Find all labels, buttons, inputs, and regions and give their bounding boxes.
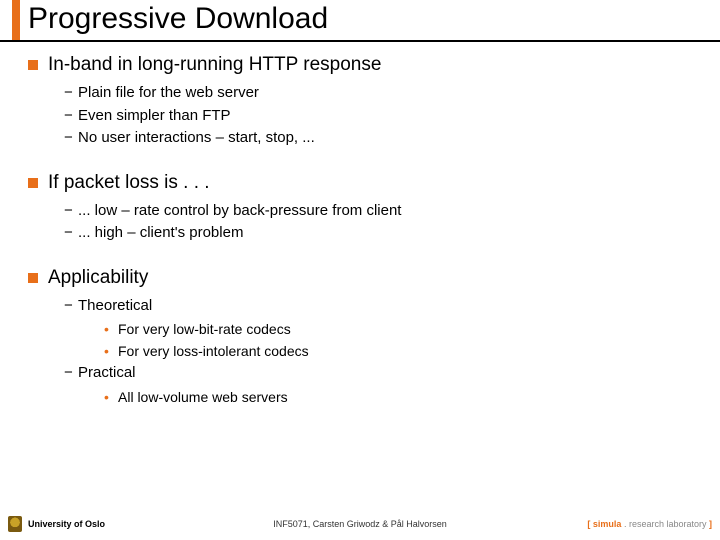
- list-item: For very low-bit-rate codecs: [104, 319, 700, 341]
- title-underline: [0, 40, 720, 42]
- title-bar: Progressive Download: [0, 0, 720, 36]
- sub-list: Theoretical For very low-bit-rate codecs…: [64, 295, 700, 409]
- section-title: In-band in long-running HTTP response: [48, 54, 381, 76]
- section-3: Applicability Theoretical For very low-b…: [28, 267, 700, 409]
- title-accent: [12, 0, 20, 40]
- list-item: ... high – client's problem: [64, 222, 700, 245]
- section-header: In-band in long-running HTTP response: [28, 54, 700, 76]
- footer-center: INF5071, Carsten Griwodz & Pål Halvorsen: [273, 519, 447, 529]
- section-header: If packet loss is . . .: [28, 172, 700, 194]
- sub-list: Plain file for the web server Even simpl…: [64, 82, 700, 150]
- list-item: For very loss-intolerant codecs: [104, 341, 700, 363]
- group-label: Theoretical: [78, 297, 152, 314]
- list-item: Plain file for the web server: [64, 82, 700, 105]
- bullet-square-icon: [28, 273, 38, 283]
- section-title: If packet loss is . . .: [48, 172, 210, 194]
- bullet-list: All low-volume web servers: [104, 387, 700, 409]
- slide-content: In-band in long-running HTTP response Pl…: [0, 36, 720, 409]
- footer-left-text: University of Oslo: [28, 519, 105, 529]
- section-title: Applicability: [48, 267, 148, 289]
- sub-list: ... low – rate control by back-pressure …: [64, 200, 700, 245]
- group-label: Practical: [78, 364, 136, 381]
- brand-name: simula: [593, 519, 622, 529]
- slide: Progressive Download In-band in long-run…: [0, 0, 720, 540]
- bullet-square-icon: [28, 60, 38, 70]
- footer: University of Oslo INF5071, Carsten Griw…: [0, 514, 720, 534]
- footer-right: [ simula . research laboratory ]: [587, 519, 712, 529]
- uio-crest-icon: [8, 516, 22, 532]
- list-item: Even simpler than FTP: [64, 105, 700, 128]
- list-item: Theoretical For very low-bit-rate codecs…: [64, 295, 700, 363]
- footer-left: University of Oslo: [8, 516, 105, 532]
- bullet-list: For very low-bit-rate codecs For very lo…: [104, 319, 700, 362]
- section-1: In-band in long-running HTTP response Pl…: [28, 54, 700, 150]
- list-item: ... low – rate control by back-pressure …: [64, 200, 700, 223]
- list-item: Practical All low-volume web servers: [64, 362, 700, 408]
- bullet-square-icon: [28, 178, 38, 188]
- section-2: If packet loss is . . . ... low – rate c…: [28, 172, 700, 245]
- list-item: No user interactions – start, stop, ...: [64, 127, 700, 150]
- list-item: All low-volume web servers: [104, 387, 700, 409]
- bracket-close: ]: [707, 519, 713, 529]
- brand-dot: .: [621, 519, 629, 529]
- slide-title: Progressive Download: [28, 2, 720, 36]
- brand-lab: research laboratory: [629, 519, 707, 529]
- section-header: Applicability: [28, 267, 700, 289]
